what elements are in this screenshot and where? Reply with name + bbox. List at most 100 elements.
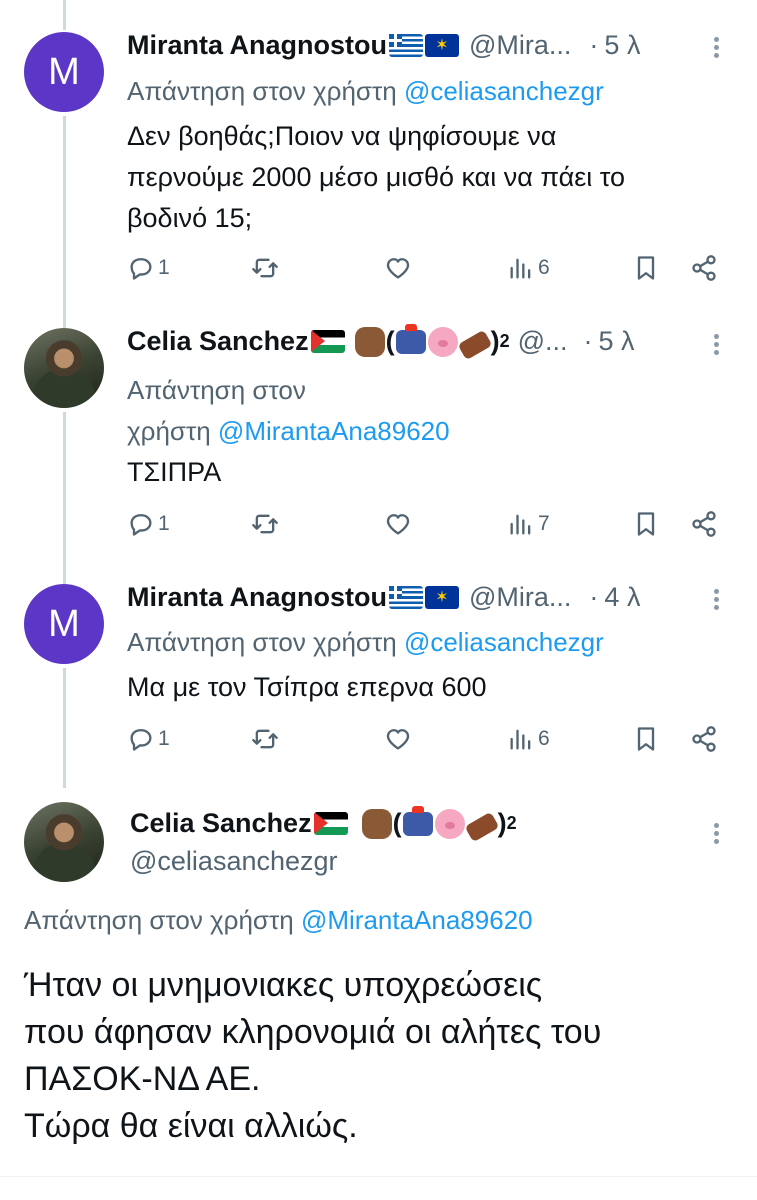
tweet-header: Celia Sanchez ( ) 2 @... · 5 λ [127,323,635,360]
retweet-icon [252,258,278,278]
tweet-text-line: περνούμε 2000 μέσο μισθό και να πάει το [127,162,626,192]
bookmark-icon [637,256,655,280]
tweet-header: Miranta Anagnostou @Mira... · 4 λ [127,582,640,613]
reply-icon [130,729,152,751]
reply-button[interactable]: 1 [127,254,170,282]
views-button[interactable]: 6 [507,725,550,753]
display-name[interactable]: Celia Sanchez [127,326,309,357]
eu-flag-icon [425,34,459,57]
dot-separator: · [583,326,593,356]
avatar[interactable]: M [24,32,104,112]
palestine-flag-icon [310,330,345,353]
share-button[interactable] [690,510,718,538]
retweet-icon [252,514,278,534]
avatar[interactable] [24,328,104,408]
display-name[interactable]: Miranta Anagnostou [127,582,387,613]
heart-icon [386,729,410,750]
reply-context: Απάντηση στον χρήστη @MirantaAna89620 [24,905,533,936]
like-button[interactable] [384,510,412,538]
reply-count: 1 [158,512,170,535]
thread-line [63,0,66,30]
tweet-text: Δεν βοηθάς;Ποιον να ψηφίσουμε να περνούμ… [127,116,625,239]
tweet-text-line: Μα με τον Τσίπρα επερνα 600 [127,672,487,702]
tweet-text-line: Τώρα θα είναι αλλιώς. [24,1107,358,1145]
bookmark-button[interactable] [632,725,660,753]
views-count: 6 [538,256,550,279]
avatar-letter: M [48,602,80,645]
bookmark-button[interactable] [632,510,660,538]
mention-link[interactable]: @MirantaAna89620 [301,905,533,935]
reply-context: Απάντηση στον χρήστη @celiasanchezgr [127,76,604,107]
tweet-header: Miranta Anagnostou @Mira... · 5 λ [127,30,640,61]
palestine-flag-icon [313,812,348,835]
avatar[interactable] [24,802,104,882]
reply-button[interactable]: 1 [127,725,170,753]
retweet-button[interactable] [251,725,279,753]
retweet-button[interactable] [251,510,279,538]
reply-prefix: Απάντηση στον χρήστη [24,905,294,935]
tweet-text: Ήταν οι μνημονιακες υποχρεώσεις που άφησ… [24,962,601,1150]
timestamp[interactable]: 4 λ [604,582,640,613]
retweet-button[interactable] [251,254,279,282]
action-bar: 1 6 [127,254,727,288]
more-options-icon[interactable] [714,34,720,61]
mention-link[interactable]: @MirantaAna89620 [218,416,450,446]
superscript: 2 [506,813,517,833]
timestamp[interactable]: 5 λ [599,326,635,357]
raised-fist-icon [354,326,385,357]
share-button[interactable] [690,725,718,753]
like-button[interactable] [384,254,412,282]
action-bar: 1 7 [127,510,727,544]
share-icon [692,255,716,281]
reply-icon [130,514,152,536]
bookmark-button[interactable] [632,254,660,282]
mention-link[interactable]: @celiasanchezgr [404,627,604,657]
thread-line [63,668,66,788]
bookmark-icon [637,512,655,536]
handle[interactable]: @... [518,326,568,357]
tweet-text-line: που άφησαν κληρονομιά οι αλήτες του [24,1013,602,1051]
timestamp[interactable]: 5 λ [604,30,640,61]
views-button[interactable]: 7 [507,510,550,538]
tweet-header: Celia Sanchez ( ) 2 [130,805,517,842]
tweet-text-line: βοδινό 15; [127,203,253,233]
display-name[interactable]: Miranta Anagnostou [127,30,387,61]
tweet-text: Μα με τον Τσίπρα επερνα 600 [127,667,487,708]
more-options-icon[interactable] [714,586,720,613]
raised-fist-icon [361,808,392,839]
tweet-text: ΤΣΙΠΡΑ [127,452,221,493]
views-button[interactable]: 6 [507,254,550,282]
action-bar: 1 6 [127,725,727,759]
thread-line [63,116,66,328]
share-icon [692,726,716,752]
dot-separator: · [589,582,599,612]
handle[interactable]: @Mira... [469,582,571,613]
display-name[interactable]: Celia Sanchez [130,808,312,839]
reply-icon [130,258,152,280]
views-chart-icon [510,258,531,279]
avatar[interactable]: M [24,584,104,664]
handle[interactable]: @Mira... [469,30,571,61]
reply-prefix: Απάντηση στον χρήστη [127,76,397,106]
more-options-icon[interactable] [714,820,720,847]
views-chart-icon [510,514,531,535]
bookmark-icon [637,727,655,751]
more-options-icon[interactable] [714,331,720,358]
pig-face-icon [434,808,465,839]
greece-flag-icon [389,586,423,609]
share-button[interactable] [690,254,718,282]
mention-link[interactable]: @celiasanchezgr [404,76,604,106]
police-car-icon [402,805,433,836]
thread-line [63,412,66,584]
views-count: 6 [538,727,550,750]
handle[interactable]: @celiasanchezgr [130,846,338,877]
reply-prefix: Απάντηση στον χρήστη [127,627,397,657]
like-button[interactable] [384,725,412,753]
tweet-text-line: ΠΑΣΟΚ-ΝΔ ΑΕ. [24,1060,261,1098]
reply-count: 1 [158,727,170,750]
reply-button[interactable]: 1 [127,510,170,538]
divider [0,1176,757,1177]
views-count: 7 [538,512,550,535]
paren-open: ( [392,808,402,838]
tweet-text-line: Δεν βοηθάς;Ποιον να ψηφίσουμε να [127,121,557,151]
